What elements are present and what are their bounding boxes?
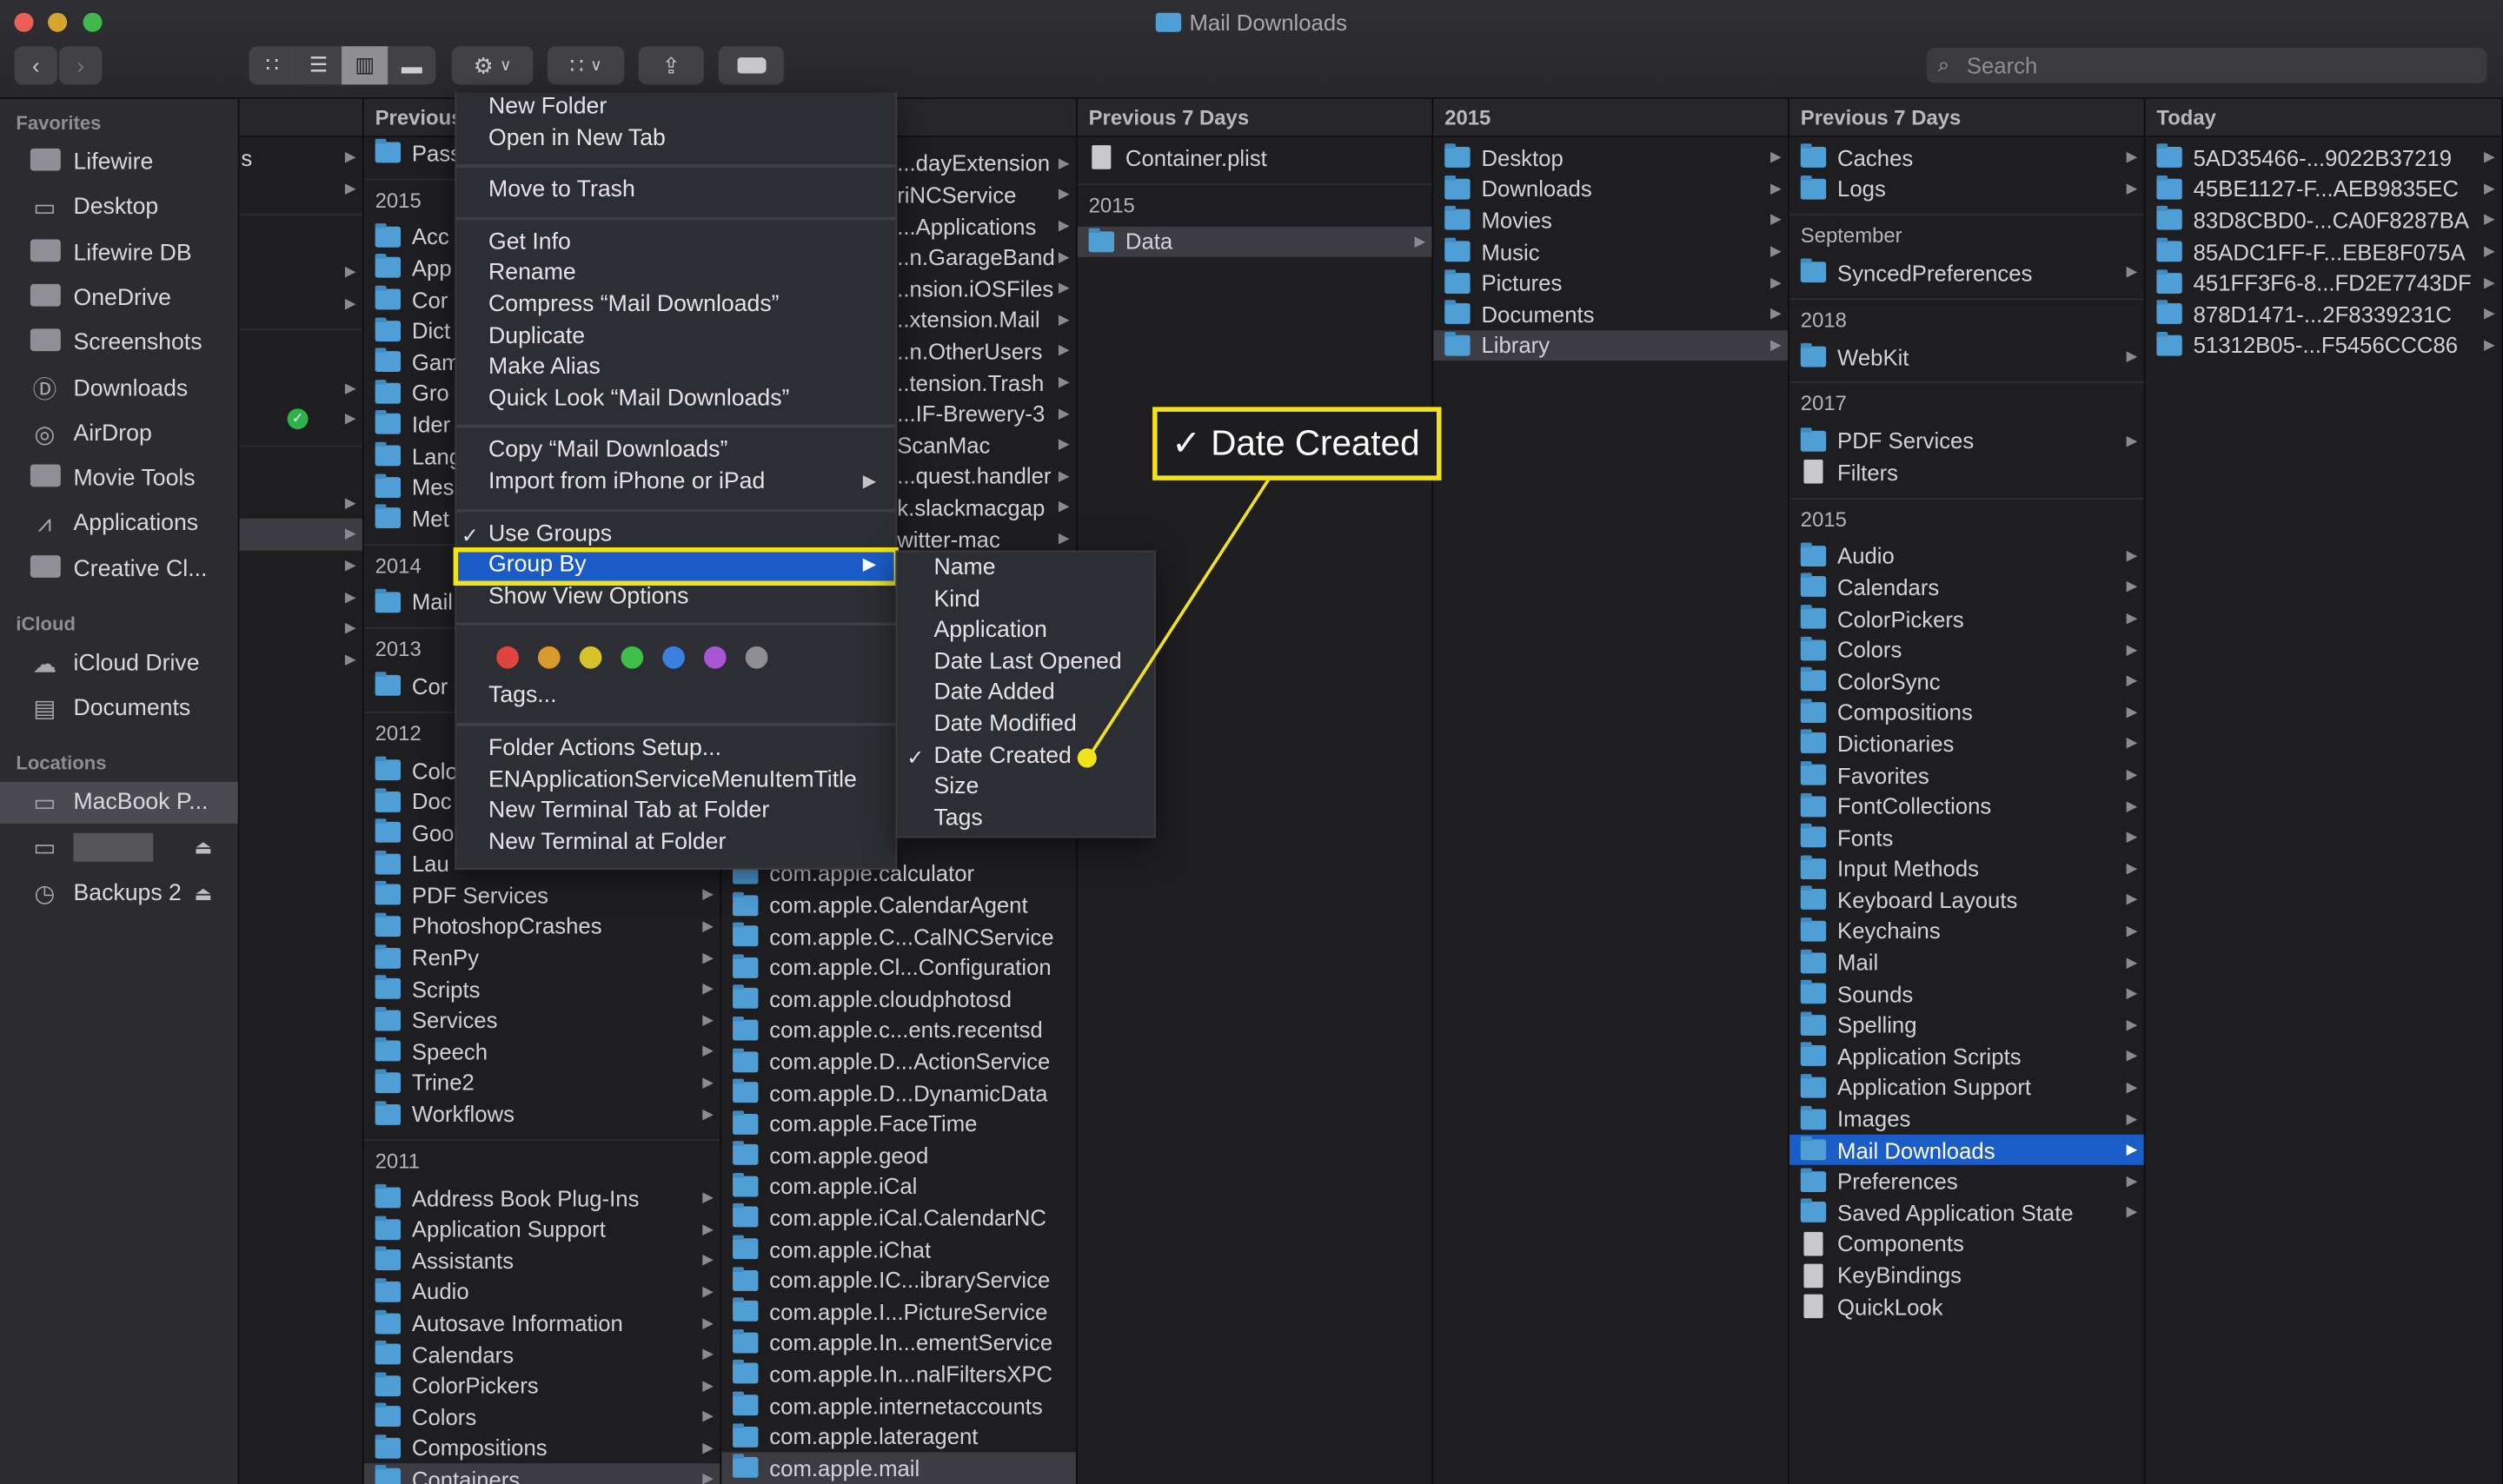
finder-window: Mail Downloads ‹ › ∷ ☰ ▥ ▬ ⚙ ∨ ∷ ∨ ⇪ ⌕ Se… xyxy=(0,0,2503,1484)
callout-leader-line xyxy=(1088,478,1271,756)
date-created-callout: ✓ Date Created xyxy=(1152,407,1442,480)
annotation-overlay xyxy=(1077,478,1271,768)
check-icon: ✓ xyxy=(1172,422,1202,463)
callout-dot xyxy=(1077,748,1097,768)
callout-label: Date Created xyxy=(1211,422,1420,463)
